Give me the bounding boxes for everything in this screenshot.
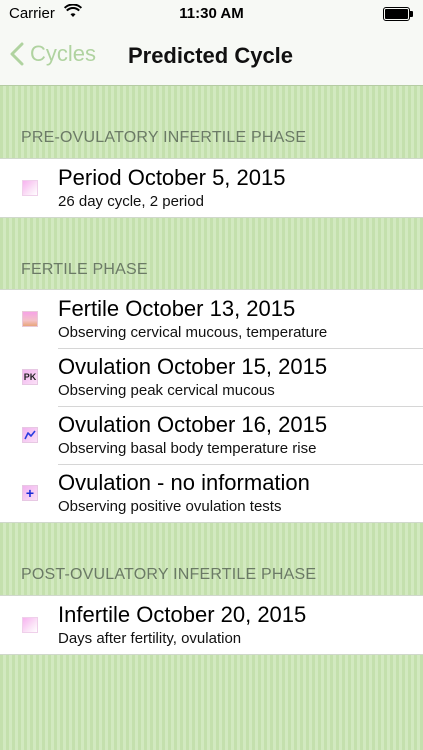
- section-pre-ovulatory: Period October 5, 2015 26 day cycle, 2 p…: [0, 158, 423, 218]
- row-title: Infertile October 20, 2015: [58, 602, 307, 627]
- battery-icon: [383, 7, 413, 21]
- peak-icon: PK: [22, 369, 38, 385]
- list-item[interactable]: + Ovulation - no information Observing p…: [0, 464, 423, 522]
- section-post-ovulatory: Infertile October 20, 2015 Days after fe…: [0, 595, 423, 655]
- page-title: Predicted Cycle: [0, 43, 423, 69]
- section-header-fertile: FERTILE PHASE: [21, 261, 148, 278]
- row-title: Period October 5, 2015: [58, 165, 286, 190]
- row-subtitle: Observing positive ovulation tests: [58, 498, 282, 515]
- fertile-icon: [22, 311, 38, 327]
- infertile-icon: [22, 617, 38, 633]
- list-item[interactable]: Period October 5, 2015 26 day cycle, 2 p…: [0, 159, 423, 217]
- row-subtitle: Observing basal body temperature rise: [58, 440, 317, 457]
- list-item[interactable]: PK Ovulation October 15, 2015 Observing …: [0, 348, 423, 406]
- row-title: Ovulation October 15, 2015: [58, 354, 328, 379]
- positive-test-icon: +: [22, 485, 38, 501]
- row-subtitle: Observing cervical mucous, temperature: [58, 324, 328, 341]
- list-item[interactable]: Ovulation October 16, 2015 Observing bas…: [0, 406, 423, 464]
- row-subtitle: Observing peak cervical mucous: [58, 382, 275, 399]
- page-title-text: Predicted Cycle: [127, 43, 294, 68]
- row-title: Ovulation - no information: [58, 470, 310, 495]
- section-fertile: Fertile October 13, 2015 Observing cervi…: [0, 289, 423, 523]
- status-time: 11:30 AM: [179, 5, 244, 22]
- row-title: Ovulation October 16, 2015: [58, 412, 328, 437]
- section-header-pre-ovulatory: PRE-OVULATORY INFERTILE PHASE: [21, 129, 307, 146]
- row-title: Fertile October 13, 2015: [58, 296, 296, 321]
- temperature-rise-icon: [22, 427, 38, 443]
- status-bar: Carrier 11:30 AM: [0, 0, 423, 28]
- list-item[interactable]: Infertile October 20, 2015 Days after fe…: [0, 596, 423, 654]
- top-bar: Carrier 11:30 AM Cycles Predicted Cycle: [0, 0, 423, 86]
- row-subtitle: 26 day cycle, 2 period: [58, 193, 204, 210]
- row-subtitle: Days after fertility, ovulation: [58, 630, 242, 647]
- list-item[interactable]: Fertile October 13, 2015 Observing cervi…: [0, 290, 423, 348]
- section-header-post-ovulatory: POST-OVULATORY INFERTILE PHASE: [21, 566, 317, 583]
- navigation-bar: Cycles Predicted Cycle: [0, 28, 423, 85]
- period-icon: [22, 180, 38, 196]
